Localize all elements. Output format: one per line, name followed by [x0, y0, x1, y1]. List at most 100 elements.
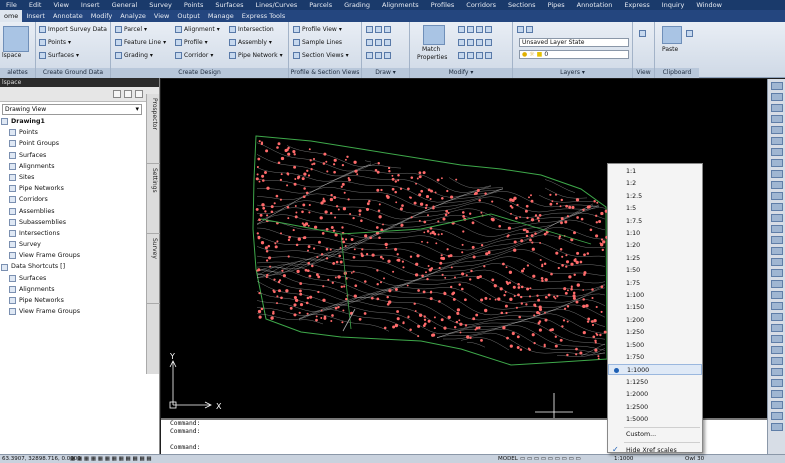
ribbon-tab[interactable]: View: [150, 12, 173, 20]
tab-survey[interactable]: Survey: [147, 234, 160, 304]
tree-item[interactable]: Intersections: [0, 228, 146, 239]
ribbon-tab[interactable]: Analyze: [116, 12, 150, 20]
view-tool[interactable]: [639, 30, 646, 37]
tab-prospector[interactable]: Prospector: [147, 94, 160, 164]
cut-copy-tools[interactable]: [686, 30, 693, 37]
ribbon-tab[interactable]: Output: [173, 12, 204, 20]
tree-item[interactable]: Alignments: [0, 161, 146, 172]
scale-option[interactable]: 1:100: [608, 290, 702, 301]
tree-item[interactable]: View Frame Groups: [0, 250, 146, 261]
scale-option[interactable]: 1:2500: [608, 402, 702, 413]
scale-option[interactable]: 1:500: [608, 340, 702, 351]
nav-tool-icon[interactable]: [770, 324, 783, 332]
menu-item[interactable]: Points: [178, 1, 210, 9]
surfaces-button[interactable]: Surfaces ▾: [39, 52, 79, 59]
pipe-network-button[interactable]: Pipe Network ▾: [229, 52, 283, 59]
scale-option[interactable]: 1:75: [608, 278, 702, 289]
scale-option[interactable]: 1:5000: [608, 414, 702, 425]
scale-option[interactable]: 1:2: [608, 178, 702, 189]
tree-item[interactable]: Point Groups: [0, 138, 146, 149]
nav-tool-icon[interactable]: [770, 82, 783, 90]
tree-item[interactable]: Drawing1: [0, 116, 146, 127]
drawing-view-select[interactable]: Drawing View: [2, 104, 142, 115]
nav-tool-icon[interactable]: [770, 258, 783, 266]
nav-tool-icon[interactable]: [770, 379, 783, 387]
custom-scale-option[interactable]: Custom...: [608, 429, 702, 440]
assembly-button[interactable]: Assembly ▾: [229, 39, 272, 46]
parcel-button[interactable]: Parcel ▾: [115, 26, 147, 33]
grading-button[interactable]: Grading ▾: [115, 52, 153, 59]
profile-view-button[interactable]: Profile View ▾: [293, 26, 342, 33]
menu-item[interactable]: Lines/Curves: [250, 1, 304, 9]
arc-tool[interactable]: [366, 39, 391, 46]
corridor-button[interactable]: Corridor ▾: [175, 52, 213, 59]
paste-icon[interactable]: [662, 26, 682, 44]
nav-tool-icon[interactable]: [770, 280, 783, 288]
nav-tool-icon[interactable]: [770, 247, 783, 255]
intersection-button[interactable]: Intersection: [229, 26, 274, 33]
menu-item[interactable]: File: [0, 1, 23, 9]
nav-tool-icon[interactable]: [770, 423, 783, 431]
menu-item[interactable]: General: [106, 1, 144, 9]
offset-tool[interactable]: [458, 52, 492, 59]
move-tool[interactable]: [458, 26, 492, 33]
scale-option[interactable]: 1:150: [608, 302, 702, 313]
layer-tools[interactable]: [517, 26, 533, 33]
scale-tool[interactable]: [458, 39, 492, 46]
match-properties-label-2[interactable]: Properties: [417, 54, 447, 61]
menu-item[interactable]: Parcels: [303, 1, 338, 9]
text-tool[interactable]: [366, 52, 391, 59]
menu-item[interactable]: Edit: [23, 1, 48, 9]
nav-tool-icon[interactable]: [770, 390, 783, 398]
menu-item[interactable]: Sections: [502, 1, 542, 9]
tree-item[interactable]: Subassemblies: [0, 217, 146, 228]
nav-tool-icon[interactable]: [770, 269, 783, 277]
nav-tool-icon[interactable]: [770, 401, 783, 409]
scale-option[interactable]: 1:1: [608, 166, 702, 177]
scale-option[interactable]: 1:250: [608, 327, 702, 338]
tree-item[interactable]: Alignments: [0, 284, 146, 295]
tab-settings[interactable]: Settings: [147, 164, 160, 234]
menu-item[interactable]: Annotation: [571, 1, 619, 9]
nav-tool-icon[interactable]: [770, 137, 783, 145]
menu-item[interactable]: Inquiry: [656, 1, 691, 9]
scale-option[interactable]: 1:20: [608, 240, 702, 251]
tree-item[interactable]: Sites: [0, 172, 146, 183]
ribbon-tab[interactable]: Express Tools: [238, 12, 289, 20]
menu-item[interactable]: Alignments: [376, 1, 425, 9]
section-views-button[interactable]: Section Views ▾: [293, 52, 349, 59]
tree-item[interactable]: Assemblies: [0, 206, 146, 217]
tree-item[interactable]: Pipe Networks: [0, 183, 146, 194]
match-properties-icon[interactable]: [423, 25, 445, 45]
profile-button[interactable]: Profile ▾: [175, 39, 208, 46]
nav-tool-icon[interactable]: [770, 368, 783, 376]
ribbon-tab[interactable]: Insert: [22, 12, 49, 20]
tree-item[interactable]: Surfaces: [0, 150, 146, 161]
status-toggle-icons[interactable]: ▦ ▦ ▦ ▦ ▦ ▦ ▦ ▦ ▦ ▦ ▦ ▦: [70, 455, 152, 463]
scale-option[interactable]: 1:750: [608, 352, 702, 363]
layer-select[interactable]: ● ☼ ■ 0: [519, 50, 629, 59]
match-properties-label-1[interactable]: Match: [422, 46, 440, 53]
nav-tool-icon[interactable]: [770, 236, 783, 244]
tree-item[interactable]: Pipe Networks: [0, 295, 146, 306]
scale-option[interactable]: 1:10: [608, 228, 702, 239]
tree-item[interactable]: Data Shortcuts []: [0, 261, 146, 272]
nav-tool-icon[interactable]: [770, 148, 783, 156]
scale-option[interactable]: 1:200: [608, 315, 702, 326]
scale-option[interactable]: 1:5: [608, 203, 702, 214]
refresh-icon[interactable]: [113, 90, 121, 98]
menu-item[interactable]: Insert: [75, 1, 106, 9]
nav-tool-icon[interactable]: [770, 203, 783, 211]
tree-item[interactable]: Points: [0, 127, 146, 138]
ribbon-tab[interactable]: ome: [0, 10, 23, 22]
nav-tool-icon[interactable]: [770, 357, 783, 365]
scale-option[interactable]: 1:2.5: [608, 191, 702, 202]
toolspace-icon[interactable]: [3, 26, 29, 52]
menu-item[interactable]: Profiles: [425, 1, 461, 9]
nav-tool-icon[interactable]: [770, 192, 783, 200]
nav-tool-icon[interactable]: [770, 115, 783, 123]
nav-tool-icon[interactable]: [770, 302, 783, 310]
feature-line-button[interactable]: Feature Line ▾: [115, 39, 166, 46]
nav-tool-icon[interactable]: [770, 335, 783, 343]
menu-item[interactable]: Corridors: [460, 1, 502, 9]
